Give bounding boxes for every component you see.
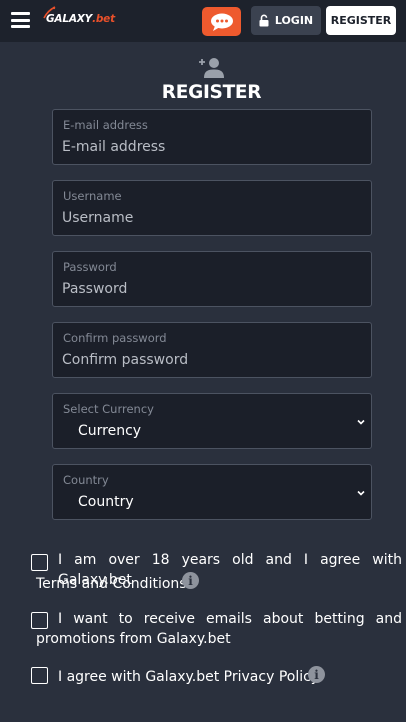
register-button[interactable]: REGISTER bbox=[326, 6, 396, 35]
email-label: E-mail address bbox=[63, 118, 148, 132]
galaxy-logo[interactable]: GALAXY .bet bbox=[43, 6, 115, 28]
emails-checkbox[interactable] bbox=[31, 612, 48, 629]
register-label: REGISTER bbox=[330, 14, 392, 27]
privacy-checkbox[interactable] bbox=[31, 667, 48, 684]
username-input[interactable] bbox=[62, 207, 360, 229]
country-select[interactable]: Country Country bbox=[52, 464, 372, 520]
currency-select[interactable]: Select Currency Currency bbox=[52, 393, 372, 449]
password-field[interactable]: Password bbox=[52, 251, 372, 307]
chat-bubble-icon bbox=[210, 13, 233, 31]
chevron-down-icon bbox=[357, 490, 365, 496]
login-label: LOGIN bbox=[274, 14, 314, 27]
info-icon[interactable]: i bbox=[308, 666, 325, 683]
confirm-password-input[interactable] bbox=[62, 349, 360, 371]
email-input[interactable] bbox=[62, 136, 360, 158]
terms-link[interactable]: Terms and Conditions bbox=[36, 575, 187, 595]
info-icon[interactable]: i bbox=[182, 572, 199, 589]
currency-value: Currency bbox=[78, 423, 142, 439]
country-value: Country bbox=[78, 494, 134, 510]
lock-icon bbox=[259, 14, 269, 27]
username-label: Username bbox=[63, 189, 122, 203]
password-input[interactable] bbox=[62, 278, 360, 300]
logo-text-galaxy: GALAXY bbox=[46, 13, 93, 25]
confirm-password-label: Confirm password bbox=[63, 331, 167, 345]
chat-button[interactable] bbox=[202, 7, 241, 36]
top-bar: GALAXY .bet LOGIN REGISTER bbox=[0, 0, 406, 42]
emails-text-line1: I want to receive emails about betting a… bbox=[58, 611, 402, 627]
emails-text-line2: promotions from Galaxy.bet bbox=[36, 631, 231, 647]
chevron-down-icon bbox=[357, 419, 365, 425]
age-terms-checkbox[interactable] bbox=[31, 554, 48, 571]
hamburger-icon[interactable] bbox=[11, 12, 30, 28]
email-field[interactable]: E-mail address bbox=[52, 109, 372, 165]
login-button[interactable]: LOGIN bbox=[251, 6, 321, 35]
currency-label: Select Currency bbox=[63, 402, 154, 416]
logo-text-bet: .bet bbox=[92, 13, 115, 25]
username-field[interactable]: Username bbox=[52, 180, 372, 236]
country-label: Country bbox=[63, 473, 109, 487]
password-label: Password bbox=[63, 260, 117, 274]
add-user-icon bbox=[199, 58, 224, 78]
privacy-text: I agree with Galaxy.bet Privacy Policy bbox=[58, 669, 320, 685]
register-title: REGISTER bbox=[161, 82, 262, 103]
confirm-password-field[interactable]: Confirm password bbox=[52, 322, 372, 378]
